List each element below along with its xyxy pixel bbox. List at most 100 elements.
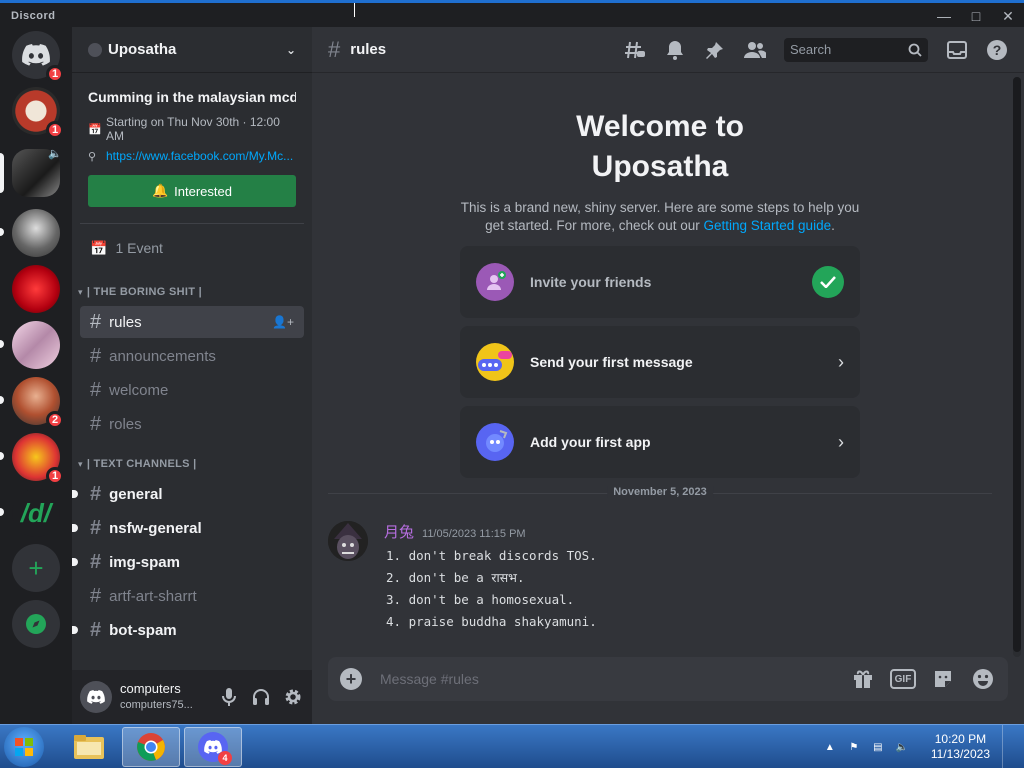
channel-welcome[interactable]: # welcome	[80, 374, 304, 406]
event-link[interactable]: https://www.facebook.com/My.Mc...	[106, 149, 296, 163]
action-center-flag-icon[interactable]: ⚑	[845, 738, 863, 756]
network-icon[interactable]: ▤	[869, 738, 887, 756]
folder-icon	[74, 735, 104, 759]
compass-icon	[26, 614, 46, 634]
chevron-down-icon: ⌄	[285, 42, 296, 57]
events-button[interactable]: 📅 1 Event	[72, 228, 312, 268]
step-add-app[interactable]: Add your first app ›	[460, 406, 860, 478]
server-icon-8[interactable]: 1	[12, 433, 64, 485]
server-icon-4[interactable]	[12, 209, 60, 257]
help-icon[interactable]: ?	[986, 39, 1008, 61]
server-icon-5[interactable]	[12, 265, 60, 313]
emoji-icon[interactable]	[970, 667, 996, 691]
add-server-button[interactable]: +	[12, 544, 60, 592]
category-header[interactable]: ▾ | TEXT CHANNELS |	[72, 452, 312, 476]
server-icon-7[interactable]: 2	[12, 377, 64, 429]
user-panel: computers computers75...	[72, 670, 312, 724]
gear-icon[interactable]	[282, 686, 304, 708]
message-line: 4. praise buddha shakyamuni.	[386, 614, 597, 629]
avatar[interactable]	[80, 681, 112, 713]
hash-icon: #	[90, 344, 102, 367]
channel-img-spam[interactable]: # img-spam	[72, 546, 304, 578]
unread-badge: 1	[46, 121, 64, 139]
search-placeholder: Search	[790, 42, 832, 57]
member-list-icon[interactable]	[744, 39, 766, 61]
svg-text:?: ?	[993, 42, 1002, 58]
message-input[interactable]: Message #rules	[380, 671, 850, 687]
chevron-right-icon: ›	[838, 351, 844, 372]
welcome-desc-end: .	[831, 218, 835, 233]
minimize-button[interactable]: —	[928, 3, 960, 29]
system-clock[interactable]: 10:20 PM 11/13/2023	[931, 732, 990, 762]
taskbar-badge: 4	[218, 751, 232, 765]
notification-bell-icon[interactable]	[664, 39, 686, 61]
gif-button[interactable]: GIF	[890, 669, 916, 689]
show-hidden-icons-icon[interactable]: ▲	[821, 738, 839, 756]
maximize-button[interactable]: □	[960, 3, 992, 29]
close-window-button[interactable]: ✕	[992, 3, 1024, 29]
step-send-message[interactable]: Send your first message ›	[460, 326, 860, 398]
mouse-cursor	[354, 3, 355, 17]
channel-bot-spam[interactable]: # bot-spam	[72, 614, 304, 646]
category-header[interactable]: ▾ | THE BORING SHIT |	[72, 280, 312, 304]
home-button[interactable]: 1	[12, 31, 64, 83]
headphones-icon[interactable]	[250, 686, 272, 708]
channel-name: welcome	[109, 381, 169, 399]
start-button[interactable]	[4, 727, 44, 767]
window-titlebar: Discord — □ ✕	[0, 0, 1024, 30]
message-author[interactable]: 月兔	[384, 521, 414, 542]
threads-icon[interactable]	[624, 39, 646, 61]
event-card: Cumming in the malaysian mcdo 📅 Starting…	[72, 73, 312, 219]
user-tag: computers75...	[120, 699, 193, 711]
channel-sidebar: Uposatha ⌄ Cumming in the malaysian mcdo…	[72, 27, 312, 724]
unread-pill	[0, 340, 4, 348]
volume-muted-icon[interactable]: 🔈	[893, 738, 911, 756]
taskbar-file-explorer[interactable]	[60, 727, 118, 767]
taskbar-discord[interactable]: 4	[184, 727, 242, 767]
server-icon-6[interactable]	[12, 321, 60, 369]
windows-taskbar: 4 ▲ ⚑ ▤ 🔈 10:20 PM 11/13/2023	[0, 724, 1024, 768]
server-header[interactable]: Uposatha ⌄	[72, 27, 312, 73]
channel-announcements[interactable]: # announcements	[80, 340, 304, 372]
gift-icon[interactable]	[850, 667, 876, 691]
channel-nsfw-general[interactable]: # nsfw-general	[72, 512, 304, 544]
taskbar-chrome[interactable]	[122, 727, 180, 767]
server-text-label: /d/	[20, 497, 52, 528]
message-composer[interactable]: + Message #rules GIF	[328, 657, 1008, 701]
explore-servers-button[interactable]	[12, 600, 60, 648]
interested-button[interactable]: 🔔 Interested	[88, 175, 296, 207]
show-desktop-button[interactable]	[1002, 725, 1014, 768]
discord-app-icon: 4	[198, 732, 232, 765]
event-title[interactable]: Cumming in the malaysian mcdo	[88, 89, 296, 105]
bell-icon: 🔔	[151, 183, 169, 198]
channel-general[interactable]: # general	[72, 478, 304, 510]
server-icon-9[interactable]: /d/	[12, 489, 60, 537]
username[interactable]: computers	[120, 681, 193, 697]
clock-date: 11/13/2023	[930, 747, 990, 761]
channel-title: rules	[350, 41, 387, 58]
unread-indicator	[72, 490, 78, 498]
scrollbar-thumb[interactable]	[1013, 77, 1021, 652]
scrollbar[interactable]	[1013, 77, 1021, 657]
pin-icon[interactable]	[704, 39, 726, 61]
attach-plus-button[interactable]: +	[340, 668, 362, 690]
channel-artf-art-sharrt[interactable]: # artf-art-sharrt	[80, 580, 304, 612]
sticker-icon[interactable]	[930, 667, 956, 691]
add-member-icon[interactable]: 👤+	[272, 315, 294, 329]
server-icon-uposatha[interactable]: 🔈	[12, 148, 62, 197]
interested-label: Interested	[174, 183, 232, 199]
search-input[interactable]: Search	[784, 37, 928, 62]
channel-roles[interactable]: # roles	[80, 408, 304, 440]
microphone-icon[interactable]	[218, 686, 240, 708]
channel-name: img-spam	[109, 553, 180, 571]
step-invite-friends[interactable]: Invite your friends	[460, 246, 860, 318]
inbox-icon[interactable]	[946, 39, 968, 61]
unread-badge: 2	[46, 411, 64, 429]
avatar[interactable]	[328, 521, 368, 561]
channel-rules[interactable]: # rules 👤+	[80, 306, 304, 338]
getting-started-link[interactable]: Getting Started guide	[704, 218, 832, 233]
server-icon-2[interactable]: 1	[12, 87, 64, 139]
chrome-icon	[137, 733, 165, 761]
event-start: Starting on Thu Nov 30th · 12:00 AM	[106, 115, 280, 143]
chevron-right-icon: ›	[838, 431, 844, 452]
